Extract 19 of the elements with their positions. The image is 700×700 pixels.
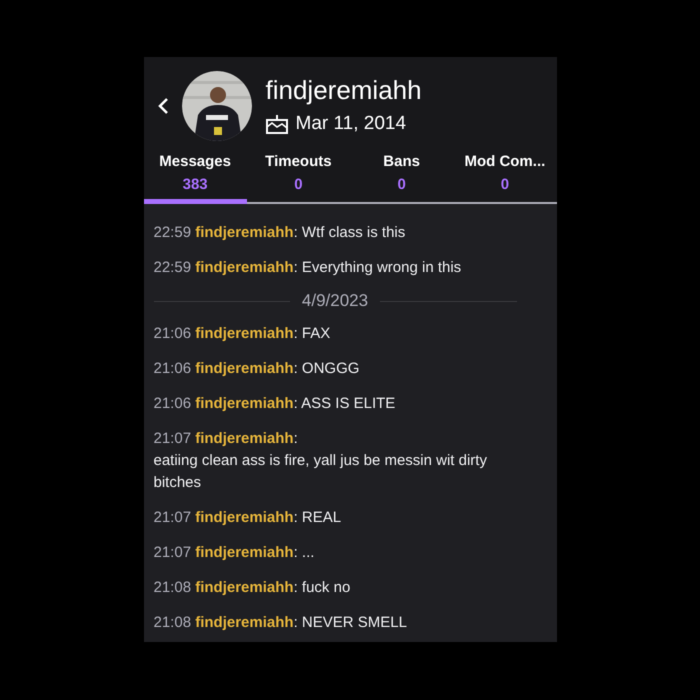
back-icon <box>156 97 168 115</box>
chat-message: 22:59 findjeremiahh: Everything wrong in this <box>154 258 462 278</box>
cake-icon <box>266 114 288 134</box>
date-separator: 4/9/2023 <box>302 290 368 312</box>
tab[interactable]: Timeouts 0 <box>246 147 350 204</box>
tab[interactable]: Bans 0 <box>350 147 454 204</box>
chat-message: 21:06 findjeremiahh: FAX <box>154 324 332 344</box>
chat-message: 21:07 findjeremiahh: ... <box>154 543 316 563</box>
tab[interactable]: Mod Com... 0 <box>453 147 556 204</box>
chat-message: 21:06 findjeremiahh: ASS IS ELITE <box>154 394 396 414</box>
chat-message: 21:07 findjeremiahh: eatiing clean ass is fire, yall jus be messin wit dirty bitches <box>154 429 488 493</box>
chat-message: 21:08 findjeremiahh: NEVER SMELL <box>154 613 408 633</box>
account-created-date: Mar 11, 2014 <box>296 112 406 136</box>
chat-message: 21:08 findjeremiahh: fuck no <box>154 578 352 598</box>
username: findjeremiahh <box>266 74 422 106</box>
chat-message: 21:06 findjeremiahh: ONGGG <box>154 359 360 379</box>
tab[interactable]: Messages 383 <box>144 147 247 204</box>
chat-message: 21:07 findjeremiahh: REAL <box>154 508 342 528</box>
chat-message: 22:59 findjeremiahh: Wtf class is this <box>154 223 406 243</box>
